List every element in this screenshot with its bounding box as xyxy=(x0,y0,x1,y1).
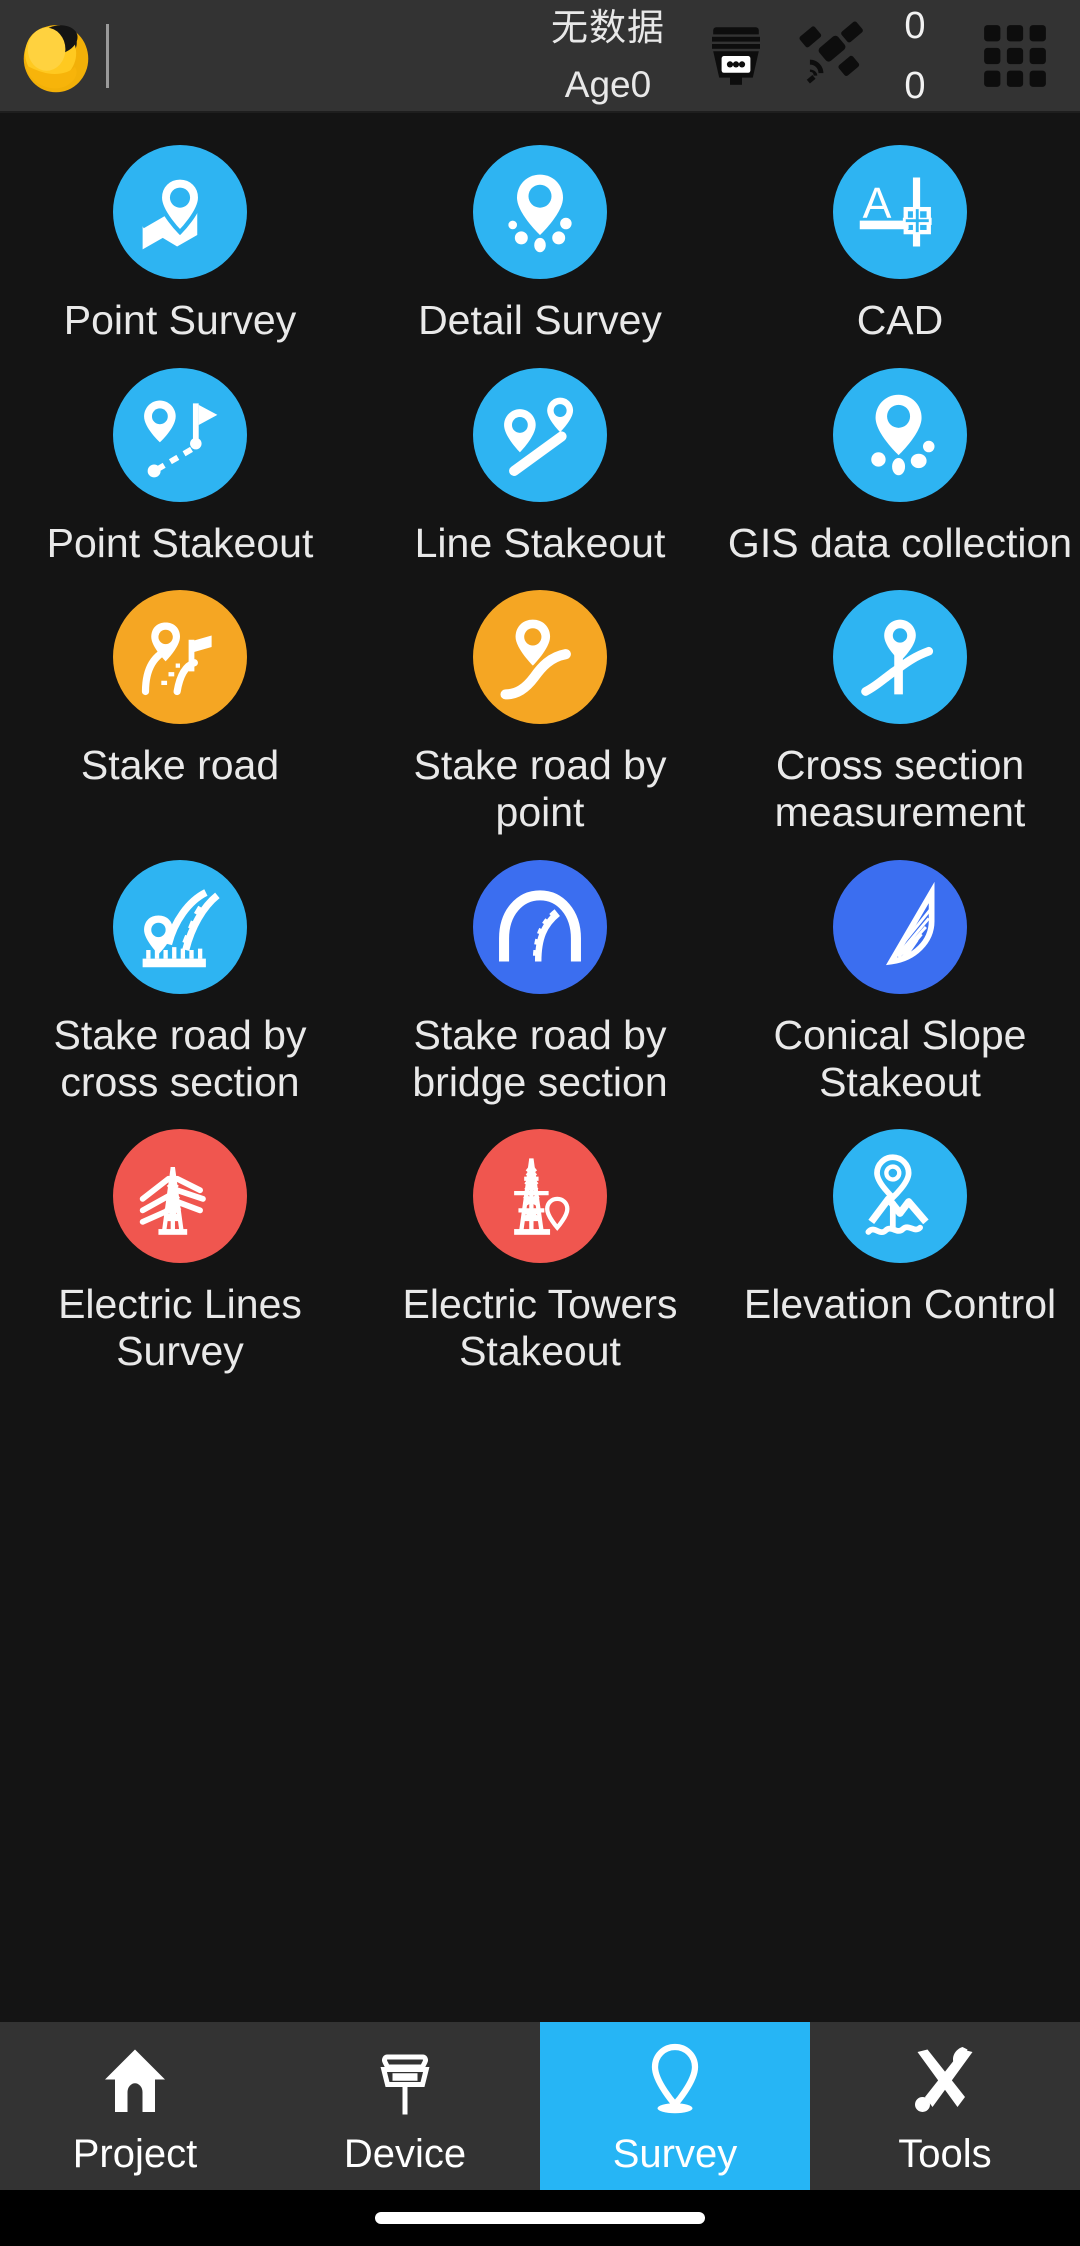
grid-item-stake-road-by-cross-section[interactable]: Stake road by cross section xyxy=(0,846,360,1115)
bridge-arc-icon xyxy=(473,859,607,994)
tab-label: Tools xyxy=(898,2131,992,2176)
tab-label: Project xyxy=(72,2131,198,2176)
grid-item-label: Conical Slope Stakeout xyxy=(773,1011,1027,1105)
grid-item-detail-survey[interactable]: Detail Survey xyxy=(360,131,720,354)
grid-container: Point Survey Detail Survey A CAD Point S… xyxy=(0,131,1080,1385)
grid-item-electric-lines-survey[interactable]: Electric Lines Survey xyxy=(0,1115,360,1384)
satellites-used: 0 xyxy=(904,4,926,47)
grid-item-stake-road[interactable]: Stake road xyxy=(0,576,360,845)
survey-function-grid: Point Survey Detail Survey A CAD Point S… xyxy=(0,113,1080,2022)
grid-item-label: Stake road by bridge section xyxy=(412,1011,668,1105)
satellite-icon[interactable] xyxy=(784,18,880,94)
grid-item-label: Cross section measurement xyxy=(774,742,1026,836)
power-lines-icon xyxy=(113,1129,247,1264)
grid-item-gis-data-collection[interactable]: GIS data collection xyxy=(720,354,1080,577)
grid-item-elevation-control[interactable]: Elevation Control xyxy=(720,1115,1080,1384)
tab-device[interactable]: Device xyxy=(270,2022,540,2190)
grid-item-label: CAD xyxy=(856,297,944,343)
pin-map-icon xyxy=(113,145,247,279)
elevation-pin-icon xyxy=(833,1129,967,1264)
satellites-total: 0 xyxy=(904,64,926,107)
tab-project[interactable]: Project xyxy=(0,2022,270,2190)
pin-cluster-icon xyxy=(833,367,967,502)
cross-section-icon xyxy=(833,590,967,725)
home-indicator[interactable] xyxy=(375,2212,705,2224)
grid-item-label: Elevation Control xyxy=(743,1281,1057,1328)
grid-item-cad[interactable]: A CAD xyxy=(720,131,1080,354)
satellite-count-block: 0 0 xyxy=(880,7,950,105)
grid-item-point-survey[interactable]: Point Survey xyxy=(0,131,360,354)
pin-line-icon xyxy=(473,367,607,502)
svg-text:A: A xyxy=(863,180,892,228)
tools-icon xyxy=(905,2036,985,2122)
tab-tools[interactable]: Tools xyxy=(810,2022,1080,2190)
hard-hat-icon[interactable] xyxy=(0,13,112,99)
tab-label: Survey xyxy=(612,2131,738,2176)
grid-item-point-stakeout[interactable]: Point Stakeout xyxy=(0,354,360,577)
grid-item-stake-road-by-point[interactable]: Stake road by point xyxy=(360,576,720,845)
gnss-pole-icon xyxy=(365,2036,445,2122)
road-cross-section-icon xyxy=(113,859,247,994)
grid-item-label: Point Survey xyxy=(63,297,297,343)
grid-item-stake-road-by-bridge-section[interactable]: Stake road by bridge section xyxy=(360,846,720,1115)
grid-item-electric-towers-stakeout[interactable]: Electric Towers Stakeout xyxy=(360,1115,720,1384)
grid-item-label: Stake road by point xyxy=(413,742,667,836)
grid-item-label: Electric Lines Survey xyxy=(58,1281,302,1375)
house-icon xyxy=(95,2036,175,2122)
system-navigation-bar xyxy=(0,2190,1080,2246)
power-tower-pin-icon xyxy=(473,1129,607,1264)
age-text: Age0 xyxy=(564,63,652,105)
cad-ruler-icon: A xyxy=(833,145,967,279)
bottom-navigation: Project Device Survey Tools xyxy=(0,2022,1080,2190)
status-header: 无数据 Age0 0 0 xyxy=(0,0,1080,113)
pin-flag-path-icon xyxy=(113,367,247,502)
gnss-receiver-icon[interactable] xyxy=(688,20,784,92)
header-divider xyxy=(106,23,109,88)
pin-dots-icon xyxy=(473,145,607,279)
grid-item-label: Point Stakeout xyxy=(46,519,314,566)
tab-survey[interactable]: Survey xyxy=(540,2022,810,2190)
road-stake-icon xyxy=(113,590,247,725)
road-point-icon xyxy=(473,590,607,725)
grid-item-label: Stake road by cross section xyxy=(53,1011,307,1105)
grid-item-label: Electric Towers Stakeout xyxy=(402,1281,678,1375)
map-pin-icon xyxy=(635,2036,715,2122)
grid-item-label: Stake road xyxy=(80,742,280,789)
grid-item-cross-section-measurement[interactable]: Cross section measurement xyxy=(720,576,1080,845)
data-status-block: 无数据 Age0 xyxy=(528,9,688,103)
tab-label: Device xyxy=(343,2131,467,2176)
grid-item-label: Line Stakeout xyxy=(414,519,666,566)
data-status-text: 无数据 xyxy=(551,6,665,48)
grid-item-label: GIS data collection xyxy=(727,519,1073,566)
grid-item-conical-slope-stakeout[interactable]: Conical Slope Stakeout xyxy=(720,846,1080,1115)
grid-item-label: Detail Survey xyxy=(418,297,662,343)
app-root: 无数据 Age0 0 0 Point Survey Detail Survey … xyxy=(0,0,1080,2246)
grid-item-line-stakeout[interactable]: Line Stakeout xyxy=(360,354,720,577)
conical-slope-icon xyxy=(833,859,967,994)
grid-menu-icon[interactable] xyxy=(950,17,1080,95)
